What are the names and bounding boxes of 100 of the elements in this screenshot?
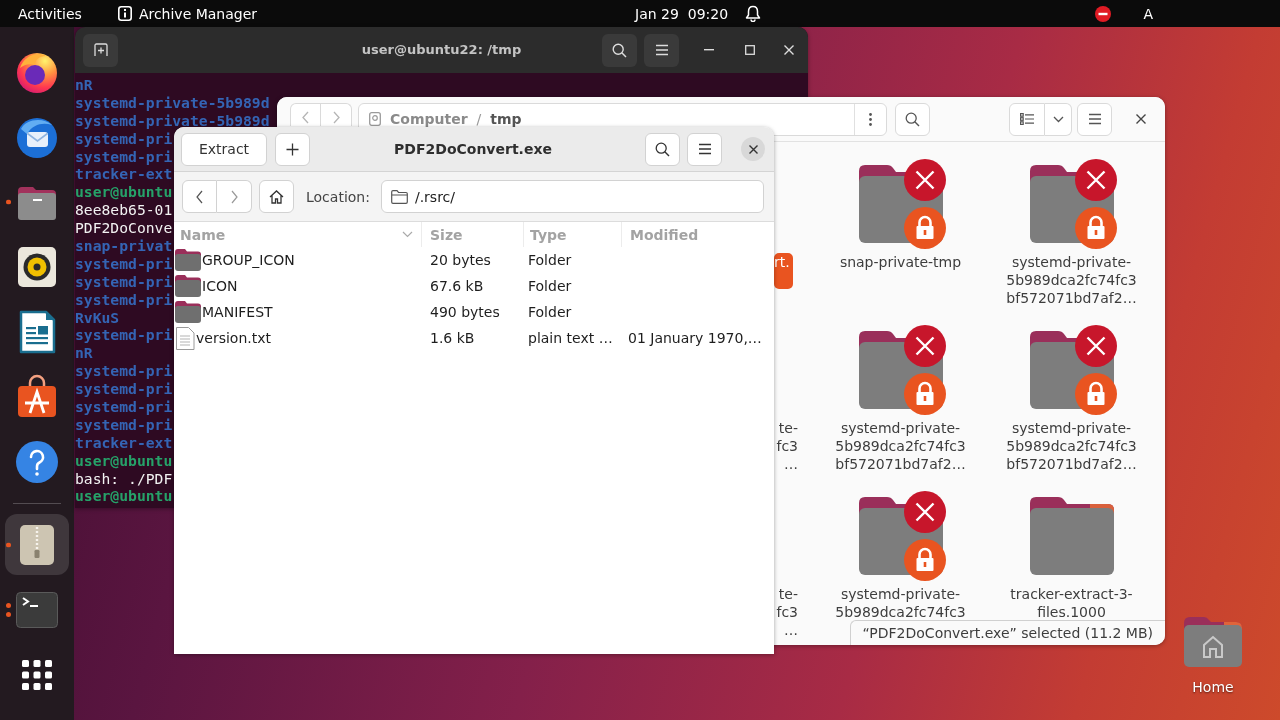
tab-plus-icon bbox=[93, 43, 108, 57]
chevron-down-icon bbox=[1052, 115, 1064, 123]
activities-button[interactable]: Activities bbox=[18, 4, 82, 23]
input-source-button[interactable]: A bbox=[1143, 4, 1153, 23]
terminal-line: nR bbox=[75, 78, 93, 92]
folder-icon bbox=[175, 301, 201, 323]
terminal-line: snap-privat bbox=[75, 239, 173, 253]
path-separator: / bbox=[476, 111, 482, 127]
terminal-line: systemd-pri bbox=[75, 400, 173, 415]
terminal-line: systemd-pri bbox=[75, 417, 173, 432]
terminal-line: nR bbox=[75, 346, 93, 361]
close-button[interactable] bbox=[741, 137, 765, 161]
window-title: user@ubuntu22: /tmp bbox=[361, 41, 522, 59]
bell-icon[interactable] bbox=[745, 5, 762, 22]
menu-icon bbox=[1087, 113, 1102, 125]
terminal-line: PDF2DoConve bbox=[75, 221, 173, 236]
chevron-right-icon bbox=[332, 110, 340, 124]
terminal-line: systemd-pri bbox=[75, 131, 173, 146]
chevron-left-icon bbox=[302, 110, 309, 124]
folder-icon bbox=[175, 249, 201, 271]
app-launcher[interactable] bbox=[5, 514, 69, 575]
terminal-line: user@ubuntu bbox=[75, 453, 173, 468]
terminal-line: tracker-ext bbox=[75, 435, 173, 450]
file-label[interactable]: systemd-private- 5b989dca2fc74fc3 bf572071bd7af2… bbox=[1006, 253, 1137, 307]
table-cell: Folder bbox=[528, 277, 572, 295]
search-button[interactable] bbox=[602, 33, 637, 67]
search-icon bbox=[905, 111, 920, 127]
chevron-right-icon bbox=[230, 189, 238, 204]
table-cell: Folder bbox=[528, 251, 572, 269]
path-segment[interactable]: tmp bbox=[490, 111, 522, 127]
minus-circle-icon[interactable] bbox=[1095, 5, 1112, 22]
location-label: Location: bbox=[306, 187, 370, 206]
minimize-icon bbox=[704, 49, 714, 51]
file-name[interactable]: version.txt bbox=[196, 329, 271, 347]
add-button[interactable] bbox=[275, 132, 310, 166]
terminal-line: tracker-ext bbox=[75, 167, 173, 182]
plus-icon bbox=[286, 142, 299, 156]
home-icon bbox=[269, 189, 284, 204]
maximize-icon bbox=[745, 45, 755, 55]
file-name[interactable]: MANIFEST bbox=[202, 303, 273, 321]
menu-button[interactable] bbox=[1077, 102, 1112, 136]
menu-icon bbox=[654, 44, 669, 56]
grid-icon bbox=[21, 658, 53, 691]
terminal-line: systemd-pri bbox=[75, 256, 173, 271]
file-name[interactable]: ICON bbox=[202, 277, 238, 295]
terminal-line: systemd-pri bbox=[75, 382, 173, 397]
view-button[interactable] bbox=[1009, 102, 1045, 136]
file-label[interactable]: snap-private-tmp bbox=[839, 253, 962, 271]
folder-outline-icon bbox=[390, 189, 408, 204]
table-cell: 20 bytes bbox=[430, 251, 491, 269]
terminal-line: RvKuS bbox=[75, 310, 120, 325]
extract-button[interactable]: Extract bbox=[181, 132, 267, 166]
table-cell: Folder bbox=[528, 303, 572, 321]
table-cell: 67.6 kB bbox=[430, 277, 484, 295]
file-label[interactable]: systemd-private- 5b989dca2fc74fc3 bf572071bd7af2… bbox=[835, 419, 966, 473]
file-label[interactable]: te- fc3 … bbox=[774, 585, 798, 639]
desktop-icon-label[interactable]: Home bbox=[1192, 678, 1234, 696]
file-label[interactable]: systemd-private- 5b989dca2fc74fc3 bbox=[835, 585, 966, 621]
table-cell: 01 January 1970,… bbox=[628, 329, 762, 347]
close-icon bbox=[784, 45, 794, 55]
close-icon bbox=[1136, 114, 1146, 124]
list-icon bbox=[1020, 113, 1034, 125]
app-menu-button[interactable]: Archive Manager bbox=[117, 4, 258, 23]
file-label[interactable]: rt. bbox=[774, 253, 793, 289]
table-cell: plain text … bbox=[528, 329, 613, 347]
home-button[interactable] bbox=[259, 180, 294, 213]
menu-button[interactable] bbox=[687, 132, 722, 166]
terminal-line: user@ubuntu bbox=[75, 489, 173, 504]
file-name[interactable]: GROUP_ICON bbox=[202, 251, 295, 269]
table-cell: 490 bytes bbox=[430, 303, 500, 321]
file-label[interactable]: systemd-private- 5b989dca2fc74fc3 bf572071bd7af2… bbox=[1006, 419, 1137, 473]
file-label[interactable]: tracker-extract-3- files.1000 bbox=[1010, 585, 1133, 621]
drive-icon bbox=[369, 112, 381, 126]
search-button[interactable] bbox=[895, 102, 930, 136]
terminal-line: bash: ./PDF bbox=[75, 471, 173, 486]
menu-button[interactable] bbox=[644, 33, 679, 67]
terminal-line: systemd-pri bbox=[75, 328, 173, 343]
clock-button[interactable]: Jan 29 09:20 bbox=[635, 4, 729, 23]
search-button[interactable] bbox=[645, 132, 680, 166]
window-title: PDF2DoConvert.exe bbox=[394, 140, 552, 158]
close-icon bbox=[748, 144, 758, 154]
search-icon bbox=[612, 42, 627, 58]
chevron-left-icon bbox=[196, 189, 203, 204]
more-icon bbox=[869, 112, 872, 126]
location-field[interactable]: /.rsrc/ bbox=[380, 180, 764, 213]
home-folder-icon[interactable] bbox=[1184, 617, 1242, 667]
terminal-line: systemd-pri bbox=[75, 292, 173, 307]
terminal-line: systemd-private-5b989d bbox=[75, 95, 270, 110]
table-cell: 1.6 kB bbox=[430, 329, 475, 347]
search-icon bbox=[655, 141, 670, 157]
terminal-line: 8ee8eb65-01 bbox=[75, 203, 173, 218]
terminal-line: user@ubuntu bbox=[75, 185, 173, 200]
terminal-line: systemd-private-5b989d bbox=[75, 113, 270, 128]
terminal-line: systemd-pri bbox=[75, 274, 173, 289]
new-tab-button[interactable] bbox=[83, 33, 118, 67]
file-label[interactable]: te- fc3 … bbox=[774, 419, 798, 473]
folder-icon bbox=[175, 275, 201, 297]
terminal-line: systemd-pri bbox=[75, 149, 173, 164]
folder-icon[interactable] bbox=[1029, 497, 1114, 575]
status-overlay: “PDF2DoConvert.exe” selected (11.2 MB) bbox=[849, 620, 1165, 645]
